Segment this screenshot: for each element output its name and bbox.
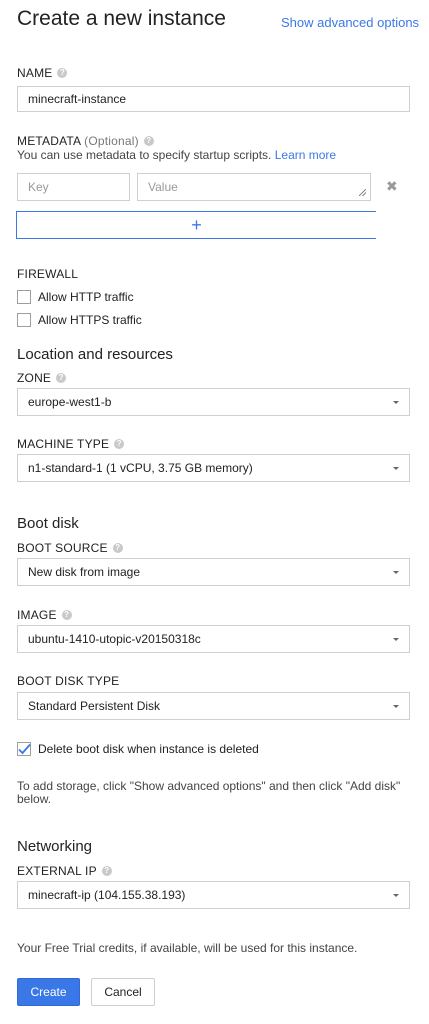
boot-disk-type-select[interactable]: Standard Persistent Disk (17, 692, 410, 720)
metadata-optional-text: (Optional) (84, 134, 139, 148)
key-placeholder: Key (28, 180, 49, 194)
caret-down-icon (393, 467, 399, 470)
caret-down-icon (393, 571, 399, 574)
zone-select[interactable]: europe-west1-b (17, 388, 410, 416)
name-label-text: NAME (17, 66, 53, 80)
name-input[interactable]: minecraft-instance (17, 86, 410, 112)
caret-down-icon (393, 638, 399, 641)
name-label: NAME? (17, 66, 68, 80)
firewall-label: FIREWALL (17, 267, 79, 281)
value-placeholder: Value (148, 180, 178, 194)
allow-http-label: Allow HTTP traffic (38, 290, 134, 304)
help-icon[interactable]: ? (114, 438, 125, 449)
help-icon[interactable]: ? (101, 865, 112, 876)
boot-disk-type-value: Standard Persistent Disk (28, 699, 161, 713)
caret-down-icon (393, 705, 399, 708)
boot-source-select[interactable]: New disk from image (17, 558, 410, 586)
metadata-description: You can use metadata to specify startup … (17, 148, 336, 162)
help-icon[interactable]: ? (143, 135, 154, 146)
learn-more-link[interactable]: Learn more (275, 148, 336, 162)
zone-label: ZONE? (17, 371, 67, 385)
help-icon[interactable]: ? (112, 542, 123, 553)
allow-https-label: Allow HTTPS traffic (38, 313, 142, 327)
help-icon[interactable]: ? (56, 372, 67, 383)
external-ip-label: EXTERNAL IP? (17, 864, 112, 878)
external-ip-value: minecraft-ip (104.155.38.193) (28, 888, 186, 902)
metadata-description-text: You can use metadata to specify startup … (17, 148, 272, 162)
image-label: IMAGE? (17, 608, 72, 622)
zone-label-text: ZONE (17, 371, 52, 385)
machine-type-label: MACHINE TYPE? (17, 437, 125, 451)
help-icon[interactable]: ? (57, 67, 68, 78)
close-icon[interactable]: ✖ (386, 178, 398, 195)
image-select[interactable]: ubuntu-1410-utopic-v20150318c (17, 625, 410, 653)
zone-value: europe-west1-b (28, 395, 112, 409)
image-label-text: IMAGE (17, 608, 57, 622)
location-section-heading: Location and resources (17, 346, 173, 363)
create-button[interactable]: Create (17, 978, 80, 1006)
machine-type-select[interactable]: n1-standard-1 (1 vCPU, 3.75 GB memory) (17, 454, 410, 482)
allow-http-checkbox[interactable] (17, 290, 31, 304)
metadata-label-text: METADATA (17, 134, 81, 148)
free-trial-note: Your Free Trial credits, if available, w… (17, 941, 358, 955)
metadata-key-input[interactable]: Key (17, 173, 130, 201)
checkmark-icon (18, 743, 31, 755)
machine-type-value: n1-standard-1 (1 vCPU, 3.75 GB memory) (28, 461, 253, 475)
page-title: Create a new instance (17, 7, 226, 30)
caret-down-icon (393, 401, 399, 404)
boot-source-label: BOOT SOURCE? (17, 541, 123, 555)
metadata-label: METADATA (Optional)? (17, 134, 154, 148)
image-value: ubuntu-1410-utopic-v20150318c (28, 632, 201, 646)
caret-down-icon (393, 894, 399, 897)
external-ip-select[interactable]: minecraft-ip (104.155.38.193) (17, 881, 410, 909)
boot-disk-type-label: BOOT DISK TYPE (17, 674, 120, 688)
networking-section-heading: Networking (17, 838, 93, 855)
external-ip-label-text: EXTERNAL IP (17, 864, 97, 878)
help-icon[interactable]: ? (61, 609, 72, 620)
delete-boot-disk-label: Delete boot disk when instance is delete… (38, 742, 259, 756)
add-metadata-button[interactable]: + (16, 211, 376, 239)
storage-note: To add storage, click "Show advanced opt… (17, 779, 401, 806)
resize-handle-icon[interactable] (359, 189, 366, 196)
cancel-button[interactable]: Cancel (91, 978, 155, 1006)
delete-boot-disk-checkbox[interactable] (17, 742, 31, 756)
allow-https-checkbox[interactable] (17, 313, 31, 327)
machine-type-label-text: MACHINE TYPE (17, 437, 110, 451)
metadata-value-input[interactable]: Value (137, 173, 371, 201)
boot-source-label-text: BOOT SOURCE (17, 541, 108, 555)
show-advanced-options-link[interactable]: Show advanced options (281, 15, 419, 30)
boot-source-value: New disk from image (28, 565, 141, 579)
boot-disk-section-heading: Boot disk (17, 515, 79, 532)
